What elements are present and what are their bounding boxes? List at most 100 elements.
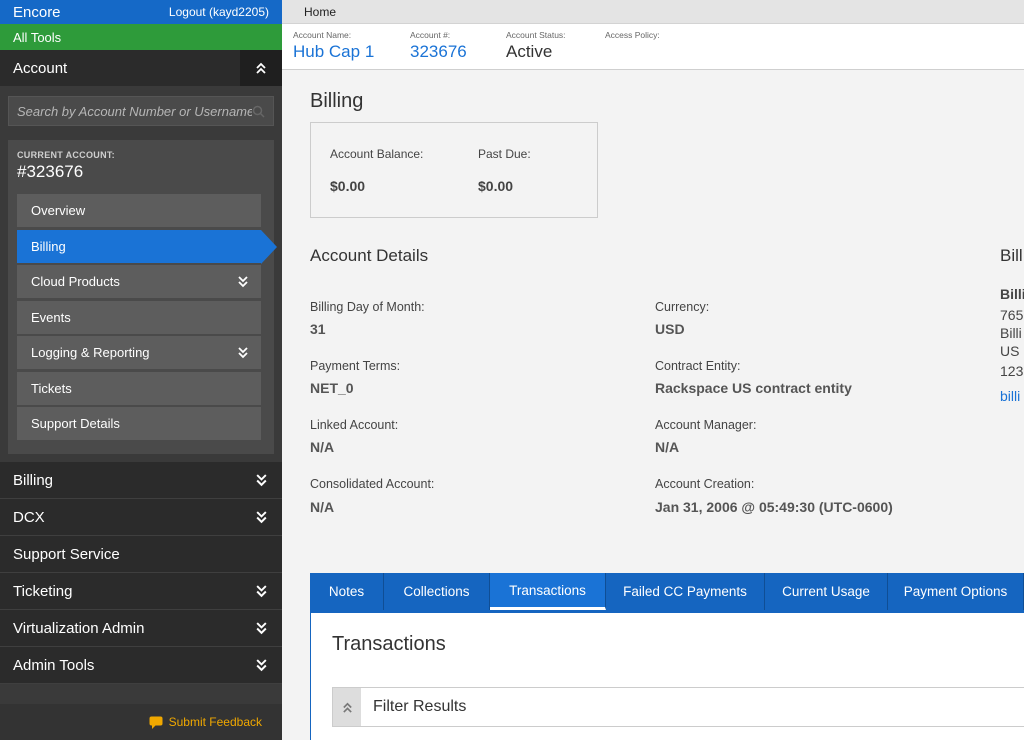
billing-contact-city: Billi [1000,325,1022,341]
submit-feedback-button[interactable]: Submit Feedback [0,704,282,740]
collapse-toggle-button[interactable] [240,50,282,86]
billing-tabs: Notes Collections Transactions Failed CC… [310,573,1024,610]
account-status-label: Account Status: [506,30,566,40]
account-status-field: Account Status: Active [506,30,566,62]
tab-collections[interactable]: Collections [384,573,490,610]
account-creation-label: Account Creation: [655,477,755,491]
account-search-box [8,96,274,126]
billing-day-label: Billing Day of Month: [310,300,425,314]
nav-item-virtualization-admin[interactable]: Virtualization Admin [0,610,282,647]
chevron-double-down-icon [256,584,267,597]
account-search-input[interactable] [17,103,252,119]
current-account-panel: CURRENT ACCOUNT: #323676 Overview Billin… [8,140,277,454]
payment-terms-label: Payment Terms: [310,359,401,373]
account-creation-value: Jan 31, 2006 @ 05:49:30 (UTC-0600) [655,499,893,515]
currency-value: USD [655,321,685,337]
all-tools-button[interactable]: All Tools [0,24,282,50]
account-name-field: Account Name: Hub Cap 1 [293,30,374,62]
contract-entity-label: Contract Entity: [655,359,741,373]
nav-item-support-service[interactable]: Support Service [0,536,282,573]
account-section-header[interactable]: Account [0,50,282,86]
subnav-item-support-details[interactable]: Support Details [17,407,261,441]
current-account-caption: CURRENT ACCOUNT: [17,150,115,160]
tab-failed-cc-payments[interactable]: Failed CC Payments [606,573,765,610]
nav-item-admin-tools[interactable]: Admin Tools [0,647,282,684]
nav-item-label: Virtualization Admin [13,619,145,637]
subnav-item-label: Events [31,309,71,325]
account-details-title: Account Details [310,246,429,265]
nav-item-label: Admin Tools [13,656,95,674]
account-info-bar: Account Name: Hub Cap 1 Account #: 32367… [282,24,1024,70]
account-search [0,86,282,134]
filter-results-header[interactable]: Filter Results [332,687,1024,727]
linked-account-label: Linked Account: [310,418,399,432]
nav-item-label: Ticketing [13,582,73,600]
main-content: Home Account Name: Hub Cap 1 Account #: … [282,0,1024,740]
subnav-item-overview[interactable]: Overview [17,194,261,228]
sidebar: Encore Logout (kayd2205) All Tools Accou… [0,0,282,740]
current-account-number: #323676 [17,162,84,181]
top-bar: Encore Logout (kayd2205) [0,0,282,24]
subnav-item-tickets[interactable]: Tickets [17,371,261,406]
nav-item-label: Billing [13,471,54,489]
tab-payment-options[interactable]: Payment Options [888,573,1024,610]
filter-collapse-button[interactable] [333,688,361,726]
nav-item-label: Support Service [13,545,120,563]
page-title: Billing [310,90,364,112]
subnav-item-label: Logging & Reporting [31,345,150,360]
chevron-double-down-icon [238,275,248,287]
subnav-item-billing[interactable]: Billing [17,229,277,264]
nav-item-billing[interactable]: Billing [0,462,282,499]
account-name-label: Account Name: [293,30,352,40]
chevron-double-down-icon [256,658,267,671]
account-number-label: Account #: [410,30,451,40]
billing-contact-name: Billi [1000,286,1024,302]
contract-entity-value: Rackspace US contract entity [655,380,852,396]
account-manager-value: N/A [655,439,680,455]
payment-terms-value: NET_0 [310,380,354,396]
billing-contact-country: US [1000,343,1020,359]
nav-item-ticketing[interactable]: Ticketing [0,573,282,610]
tab-current-usage[interactable]: Current Usage [765,573,888,610]
transactions-title: Transactions [332,633,446,655]
account-section-label: Account [13,59,68,77]
account-balance-value: $0.00 [330,178,366,194]
account-name-value[interactable]: Hub Cap 1 [293,42,374,62]
chevron-double-up-icon [256,62,266,74]
consolidated-account-label: Consolidated Account: [310,477,435,491]
account-subnav: Overview Billing Cloud Products Events L… [17,194,277,441]
account-balance-label: Account Balance: [330,147,424,161]
tab-notes[interactable]: Notes [310,573,384,610]
brand-logo[interactable]: Encore [13,4,61,21]
chevron-double-up-icon [342,702,352,713]
chat-bubble-icon [149,716,163,729]
billing-contact-email-link[interactable]: billi [1000,388,1020,404]
nav-item-dcx[interactable]: DCX [0,499,282,536]
past-due-value: $0.00 [478,178,514,194]
balance-summary-box: Account Balance: $0.00 Past Due: $0.00 [310,122,598,218]
linked-account-value: N/A [310,439,335,455]
submit-feedback-label: Submit Feedback [168,715,262,729]
breadcrumb-home-link[interactable]: Home [304,5,336,19]
subnav-item-label: Support Details [31,416,120,431]
billing-contact-phone: 123 [1000,363,1024,379]
subnav-item-label: Tickets [31,380,72,396]
tab-transactions[interactable]: Transactions [490,573,606,610]
subnav-item-logging-reporting[interactable]: Logging & Reporting [17,336,261,370]
chevron-double-down-icon [256,621,267,634]
chevron-double-down-icon [256,510,267,523]
account-manager-label: Account Manager: [655,418,757,432]
subnav-item-events[interactable]: Events [17,300,261,335]
access-policy-field: Access Policy: [605,30,660,40]
account-number-value[interactable]: 323676 [410,42,467,62]
subnav-item-cloud-products[interactable]: Cloud Products [17,265,261,299]
transactions-panel: Transactions Filter Results [310,610,1024,740]
account-status-value: Active [506,42,553,61]
logout-link[interactable]: Logout (kayd2205) [169,5,269,19]
account-number-field: Account #: 323676 [410,30,467,62]
search-icon[interactable] [252,105,265,118]
main-nav: Billing DCX Support Service Ticketing Vi… [0,462,282,684]
chevron-double-down-icon [238,346,248,358]
breadcrumb: Home [282,0,1024,24]
consolidated-account-value: N/A [310,499,335,515]
